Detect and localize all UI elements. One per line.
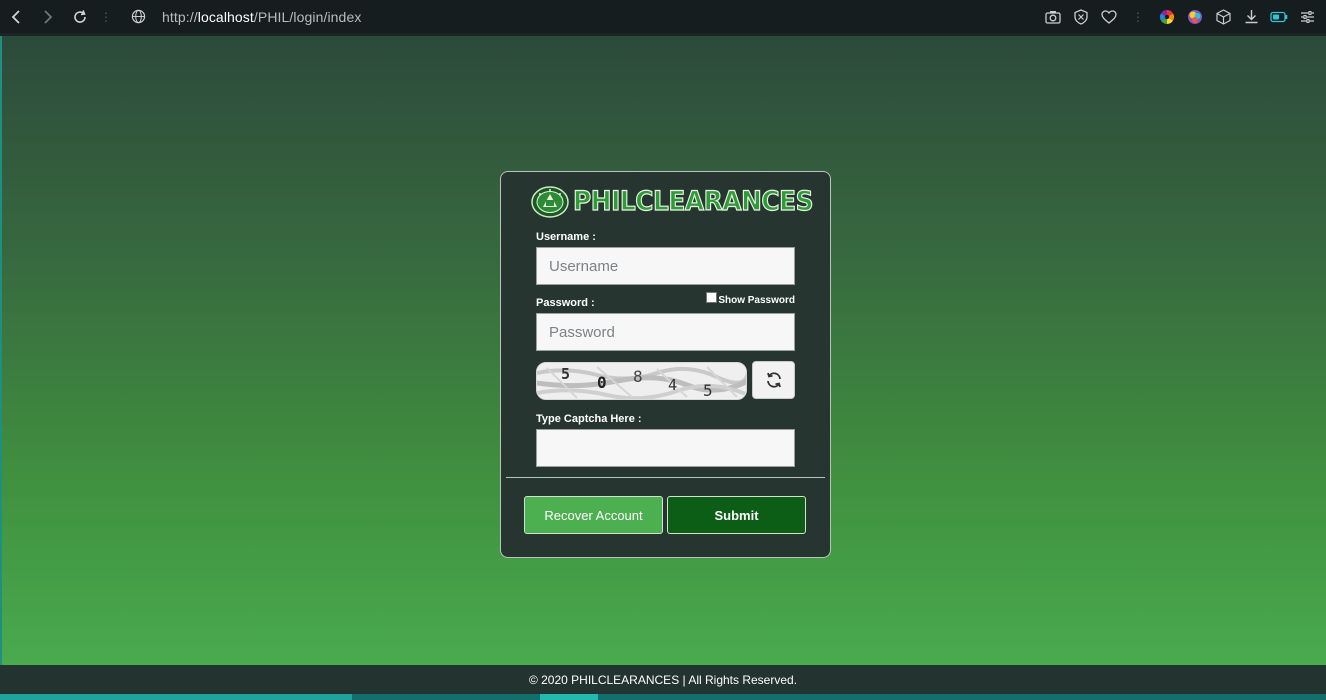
battery-toggle-icon[interactable] xyxy=(1270,8,1288,26)
url-host: localhost xyxy=(197,8,254,25)
show-password-toggle[interactable]: Show Password xyxy=(706,292,795,306)
browser-toolbar: ⋮ http://localhost/PHIL/login/index ⋮ xyxy=(0,0,1326,36)
captcha-image: 5 0 8 4 5 xyxy=(536,362,747,400)
login-page: PHILCLEARANCES Username : Password : Sho… xyxy=(0,36,1326,665)
login-card: PHILCLEARANCES Username : Password : Sho… xyxy=(500,171,831,558)
settings-sliders-icon[interactable] xyxy=(1298,8,1316,26)
reload-button[interactable] xyxy=(64,0,96,33)
site-info-button[interactable] xyxy=(124,0,152,33)
address-bar[interactable]: http://localhost/PHIL/login/index xyxy=(162,9,361,25)
username-label: Username : xyxy=(536,231,596,243)
seal-logo-icon xyxy=(531,186,569,218)
brand-logo: PHILCLEARANCES xyxy=(531,184,834,220)
brand-name: PHILCLEARANCES xyxy=(572,185,814,217)
captcha-digit-4: 4 xyxy=(668,376,677,394)
chevron-left-icon xyxy=(11,9,20,24)
taskbar-strip xyxy=(0,694,1326,700)
shield-icon[interactable] xyxy=(1072,8,1090,26)
submit-button[interactable]: Submit xyxy=(667,496,806,534)
captcha-digit-3: 8 xyxy=(633,367,643,386)
camera-icon[interactable] xyxy=(1044,8,1062,26)
captcha-input[interactable] xyxy=(536,429,795,467)
username-input[interactable] xyxy=(536,247,795,285)
show-password-label: Show Password xyxy=(718,295,795,306)
show-password-checkbox[interactable] xyxy=(706,292,718,303)
captcha-label: Type Captcha Here : xyxy=(536,413,642,425)
captcha-digit-1: 5 xyxy=(561,365,570,383)
footer: © 2020 PHILCLEARANCES | All Rights Reser… xyxy=(0,665,1326,694)
url-scheme: http:// xyxy=(162,8,198,25)
captcha-digit-2: 0 xyxy=(597,373,607,392)
download-icon[interactable] xyxy=(1242,8,1260,26)
back-button[interactable] xyxy=(0,0,32,33)
refresh-icon xyxy=(766,372,781,388)
refresh-captcha-button[interactable] xyxy=(752,361,795,399)
reload-icon xyxy=(74,9,86,23)
captcha-digit-5: 5 xyxy=(703,381,713,400)
password-input[interactable] xyxy=(536,313,795,351)
globe-icon xyxy=(131,9,145,24)
color-picker-icon[interactable] xyxy=(1186,8,1204,26)
form-divider xyxy=(506,477,825,478)
chevron-right-icon xyxy=(44,9,53,24)
copyright-text: © 2020 PHILCLEARANCES | All Rights Reser… xyxy=(528,672,798,687)
cube-icon[interactable] xyxy=(1214,8,1232,26)
recover-account-button[interactable]: Recover Account xyxy=(524,496,663,534)
color-wheel-icon[interactable] xyxy=(1158,8,1176,26)
toolbar-separator: ⋮ xyxy=(100,9,112,24)
toolbar-separator-2: ⋮ xyxy=(1132,9,1144,24)
password-label: Password : xyxy=(536,297,595,309)
browser-extension-icons: ⋮ xyxy=(1044,0,1316,33)
heart-icon[interactable] xyxy=(1100,8,1118,26)
forward-button[interactable] xyxy=(32,0,64,33)
url-path: /PHIL/login/index xyxy=(253,8,362,25)
